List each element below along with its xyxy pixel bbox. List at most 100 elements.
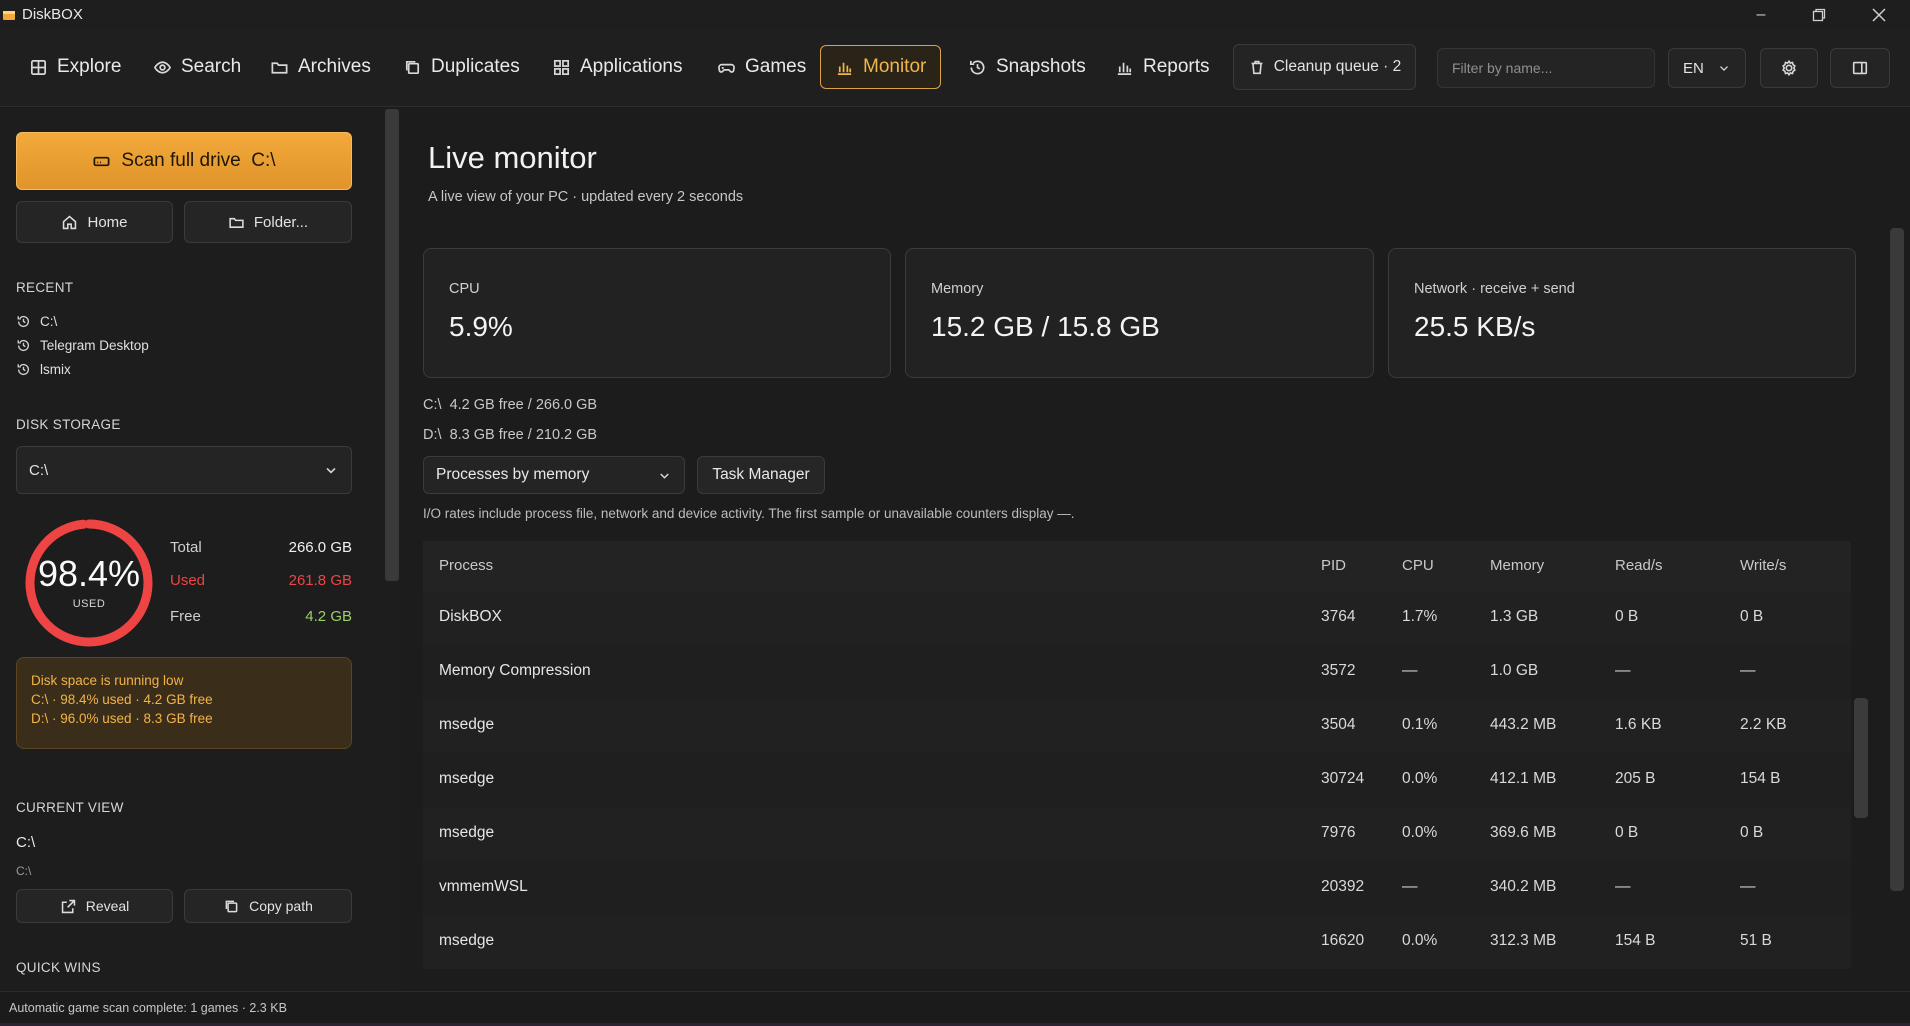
history-icon bbox=[969, 60, 985, 75]
process-memory: 369.6 MB bbox=[1490, 824, 1557, 841]
cpu-label: CPU bbox=[449, 281, 480, 297]
memory-label: Memory bbox=[931, 281, 984, 297]
sidebar-scrollbar[interactable] bbox=[383, 108, 401, 991]
tab-monitor[interactable]: Monitor bbox=[820, 45, 942, 89]
col-process[interactable]: Process bbox=[439, 557, 493, 574]
close-icon bbox=[1872, 7, 1886, 22]
process-read: 1.6 KB bbox=[1615, 716, 1662, 733]
recent-item-label: C:\ bbox=[40, 314, 58, 329]
table-header: Process PID CPU Memory Read/s Write/s bbox=[423, 541, 1851, 591]
main-scroll-thumb[interactable] bbox=[1890, 228, 1904, 891]
folder-button[interactable]: Folder... bbox=[184, 201, 352, 243]
page-subtitle: A live view of your PC · updated every 2… bbox=[428, 189, 744, 205]
main-scrollbar[interactable] bbox=[1888, 228, 1906, 891]
eye-icon bbox=[153, 60, 172, 74]
process-name: msedge bbox=[439, 716, 495, 733]
tab-duplicates[interactable]: Duplicates bbox=[388, 45, 535, 89]
language-value: EN bbox=[1683, 59, 1704, 77]
sidebar-scroll-thumb[interactable] bbox=[385, 109, 399, 581]
warning-line: C:\ · 98.4% used · 4.2 GB free bbox=[31, 692, 213, 707]
process-cpu: — bbox=[1402, 662, 1418, 679]
gamepad-icon bbox=[718, 63, 735, 73]
process-pid: 3764 bbox=[1321, 608, 1356, 625]
process-memory: 1.3 GB bbox=[1490, 608, 1539, 625]
tab-explore[interactable]: Explore bbox=[14, 45, 136, 89]
table-row[interactable]: msedge 16620 0.0% 312.3 MB 154 B 51 B bbox=[423, 915, 1851, 969]
tab-applications[interactable]: Applications bbox=[537, 45, 697, 89]
table-row[interactable]: msedge 3504 0.1% 443.2 MB 1.6 KB 2.2 KB bbox=[423, 699, 1851, 753]
restore-button[interactable] bbox=[1790, 0, 1848, 29]
current-view-path: C:\ bbox=[16, 834, 36, 851]
table-scroll-thumb[interactable] bbox=[1854, 698, 1868, 818]
app-title: DiskBOX bbox=[22, 6, 83, 23]
recent-item[interactable]: C:\ bbox=[16, 314, 57, 329]
process-read: — bbox=[1615, 662, 1631, 679]
tab-reports[interactable]: Reports bbox=[1100, 45, 1225, 89]
tab-snapshots[interactable]: Snapshots bbox=[953, 45, 1101, 89]
table-row[interactable]: DiskBOX 3764 1.7% 1.3 GB 0 B 0 B bbox=[423, 591, 1851, 645]
app-logo-icon bbox=[3, 10, 15, 20]
reveal-button[interactable]: Reveal bbox=[16, 889, 173, 923]
toggle-panel-button[interactable] bbox=[1830, 48, 1890, 88]
process-read: 205 B bbox=[1615, 770, 1656, 787]
cleanup-queue-button[interactable]: Cleanup queue · 2 bbox=[1233, 44, 1416, 90]
copy-path-label: Copy path bbox=[249, 898, 313, 914]
usage-caption: USED bbox=[72, 598, 106, 610]
process-cpu: 0.0% bbox=[1402, 770, 1438, 787]
process-name: vmmemWSL bbox=[439, 878, 528, 895]
recent-item[interactable]: lsmix bbox=[16, 362, 71, 377]
col-memory[interactable]: Memory bbox=[1490, 557, 1544, 574]
folder-icon bbox=[229, 217, 244, 228]
process-pid: 20392 bbox=[1321, 878, 1365, 895]
stat-free-value: 4.2 GB bbox=[305, 608, 352, 625]
process-name: msedge bbox=[439, 932, 495, 949]
col-write[interactable]: Write/s bbox=[1740, 557, 1786, 574]
process-write: — bbox=[1740, 878, 1756, 895]
filter-input[interactable] bbox=[1437, 48, 1655, 88]
tab-search-label: Search bbox=[181, 56, 242, 77]
chevron-down-icon bbox=[326, 467, 336, 474]
stat-total-value: 266.0 GB bbox=[288, 539, 352, 556]
table-row[interactable]: msedge 7976 0.0% 369.6 MB 0 B 0 B bbox=[423, 807, 1851, 861]
col-read[interactable]: Read/s bbox=[1615, 557, 1663, 574]
network-label: Network · receive + send bbox=[1414, 281, 1575, 297]
usage-percent: 98.4% bbox=[37, 553, 141, 594]
task-manager-button[interactable]: Task Manager bbox=[697, 456, 825, 494]
table-scrollbar[interactable] bbox=[1851, 216, 1871, 991]
settings-button[interactable] bbox=[1760, 48, 1818, 88]
tab-reports-label: Reports bbox=[1143, 56, 1210, 77]
process-sort-select[interactable]: Processes by memory bbox=[423, 456, 685, 494]
language-select[interactable]: EN bbox=[1668, 48, 1746, 88]
table-row[interactable]: vmmemWSL 20392 — 340.2 MB — — bbox=[423, 861, 1851, 915]
col-cpu[interactable]: CPU bbox=[1402, 557, 1434, 574]
table-row[interactable]: Memory Compression 3572 — 1.0 GB — — bbox=[423, 645, 1851, 699]
gauge-label: 98.4% USED bbox=[22, 553, 156, 611]
process-name: msedge bbox=[439, 824, 495, 841]
table-row[interactable]: msedge 30724 0.0% 412.1 MB 205 B 154 B bbox=[423, 753, 1851, 807]
tab-search[interactable]: Search bbox=[138, 45, 256, 89]
copy-path-button[interactable]: Copy path bbox=[184, 889, 352, 923]
recent-item[interactable]: Telegram Desktop bbox=[16, 338, 149, 353]
home-button[interactable]: Home bbox=[16, 201, 173, 243]
copy-icon bbox=[405, 60, 420, 74]
tab-archives[interactable]: Archives bbox=[255, 45, 386, 89]
status-text: Automatic game scan complete: 1 games · … bbox=[9, 1001, 287, 1015]
history-icon bbox=[17, 339, 29, 352]
tab-duplicates-label: Duplicates bbox=[431, 56, 520, 77]
col-pid[interactable]: PID bbox=[1321, 557, 1346, 574]
scan-full-drive-button[interactable]: Scan full drive C:\ bbox=[16, 132, 352, 190]
process-cpu: 1.7% bbox=[1402, 608, 1438, 625]
close-button[interactable] bbox=[1850, 0, 1908, 29]
process-read: 0 B bbox=[1615, 824, 1639, 841]
memory-card: Memory 15.2 GB / 15.8 GB bbox=[905, 248, 1374, 378]
tab-games[interactable]: Games bbox=[702, 45, 821, 89]
drive-select[interactable]: C:\ bbox=[16, 446, 352, 494]
memory-value: 15.2 GB / 15.8 GB bbox=[931, 311, 1160, 342]
minimize-button[interactable]: – bbox=[1732, 0, 1790, 29]
process-memory: 340.2 MB bbox=[1490, 878, 1557, 895]
copy-icon bbox=[225, 900, 238, 912]
process-memory: 1.0 GB bbox=[1490, 662, 1539, 679]
gear-icon bbox=[1782, 59, 1796, 77]
cleanup-queue-label: Cleanup queue · 2 bbox=[1273, 58, 1402, 75]
app-window: DiskBOX – Explore Search Archives Duplic… bbox=[0, 0, 1910, 1026]
